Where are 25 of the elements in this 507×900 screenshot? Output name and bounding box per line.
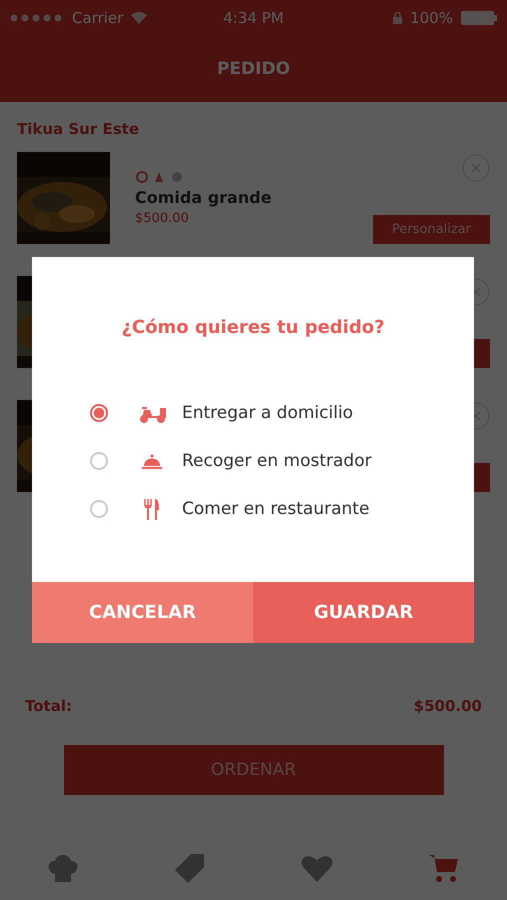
option-label: Entregar a domicilio xyxy=(182,403,354,423)
wifi-icon xyxy=(131,12,148,24)
signal-icon xyxy=(10,14,64,22)
section-title: Tikua Sur Este xyxy=(17,120,140,138)
lock-icon xyxy=(393,12,402,24)
chef-hat-icon[interactable] xyxy=(46,852,80,884)
total-label: Total: xyxy=(25,697,72,715)
cancel-button[interactable]: CANCELAR xyxy=(32,582,253,643)
save-button[interactable]: GUARDAR xyxy=(253,582,474,643)
radio-button[interactable] xyxy=(90,500,108,518)
option-label: Comer en restaurante xyxy=(182,499,370,519)
cart-icon[interactable] xyxy=(426,852,461,884)
carrier-name: Carrier xyxy=(72,9,124,27)
battery-icon xyxy=(460,11,497,25)
item-price: $500.00 xyxy=(135,211,190,226)
item-name: Comida grande xyxy=(135,188,273,207)
food-icons-drawing xyxy=(135,170,183,184)
header-title: PEDIDO xyxy=(216,59,290,79)
radio-button[interactable] xyxy=(90,404,108,422)
radio-button[interactable] xyxy=(90,452,108,470)
option-label: Recoger en mostrador xyxy=(182,451,372,471)
status-time: 4:34 PM xyxy=(223,9,284,27)
battery-percent: 100% xyxy=(410,9,453,27)
dialog-title: ¿Cómo quieres tu pedido? xyxy=(120,317,386,338)
total-value: $500.00 xyxy=(414,697,482,715)
